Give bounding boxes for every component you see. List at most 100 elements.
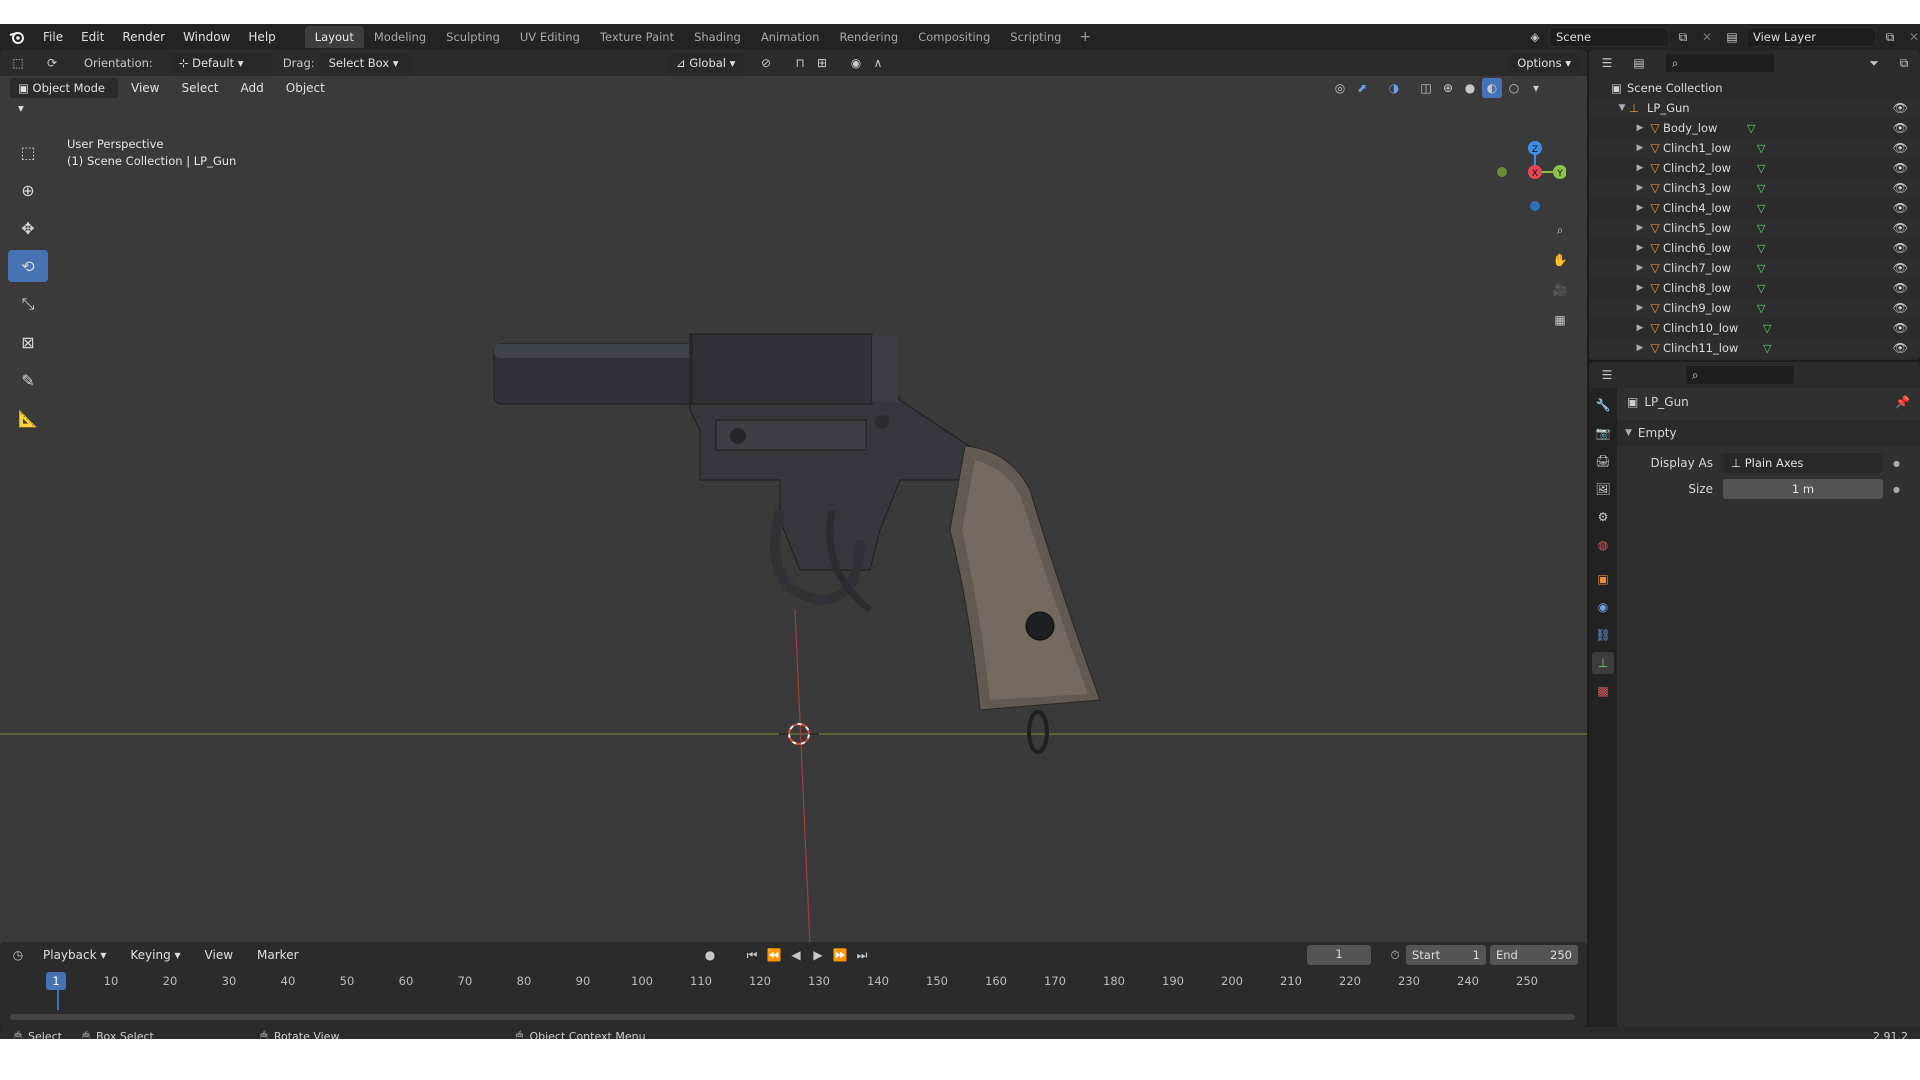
mesh-data-icon[interactable]: ▽ xyxy=(1757,282,1765,295)
tab-scripting[interactable]: Scripting xyxy=(1000,26,1071,48)
new-scene-icon[interactable]: ⧉ xyxy=(1673,27,1693,47)
texture-tab-icon[interactable]: ▩ xyxy=(1592,680,1614,702)
tab-uv-editing[interactable]: UV Editing xyxy=(510,26,590,48)
expand-icon[interactable]: ▶ xyxy=(1633,243,1647,253)
mesh-data-icon[interactable]: ▽ xyxy=(1757,182,1765,195)
ortho-grid-icon[interactable]: ▦ xyxy=(1550,310,1570,330)
transform-tool-icon[interactable]: ⊠ xyxy=(8,326,48,358)
gizmo-neg-y-axis[interactable] xyxy=(1497,167,1507,177)
expand-icon[interactable]: ▶ xyxy=(1633,163,1647,173)
expand-icon[interactable]: ▶ xyxy=(1633,143,1647,153)
size-field[interactable]: 1 m xyxy=(1723,479,1883,499)
menu-file[interactable]: File xyxy=(34,24,72,50)
tab-modeling[interactable]: Modeling xyxy=(364,26,436,48)
outliner-item[interactable]: ▶ ▽ Clinch6_low ▽ 👁 xyxy=(1589,238,1920,258)
outliner-item[interactable]: ▶ ▽ Clinch10_low ▽ 👁 xyxy=(1589,318,1920,338)
current-frame-field[interactable]: 1 xyxy=(1307,945,1371,965)
tool-tab-icon[interactable]: 🔧 xyxy=(1592,394,1614,416)
expand-icon[interactable]: ▶ xyxy=(1633,343,1647,353)
scene-tab-icon[interactable]: ⚙ xyxy=(1592,506,1614,528)
expand-icon[interactable]: ▶ xyxy=(1633,123,1647,133)
preview-range-icon[interactable]: ⏱ xyxy=(1385,945,1405,965)
world-tab-icon[interactable]: ◍ xyxy=(1592,534,1614,556)
mesh-data-icon[interactable]: ▽ xyxy=(1757,162,1765,175)
flare-gun-model[interactable] xyxy=(493,333,1101,754)
display-as-dropdown[interactable]: ⊥ Plain Axes xyxy=(1723,453,1883,473)
keyframe-dot-icon[interactable]: ● xyxy=(1893,459,1900,468)
jump-end-icon[interactable]: ⏭ xyxy=(852,945,872,965)
mesh-data-icon[interactable]: ▽ xyxy=(1757,302,1765,315)
view-layer-tab-icon[interactable]: 🖼 xyxy=(1592,478,1614,500)
keyframe-dot-icon[interactable]: ● xyxy=(1893,485,1900,494)
new-collection-icon[interactable]: ⧉ xyxy=(1894,53,1914,73)
measure-tool-icon[interactable]: 📐 xyxy=(8,402,48,434)
move-tool-icon[interactable]: ✥ xyxy=(8,212,48,244)
expand-icon[interactable]: ▶ xyxy=(1633,283,1647,293)
visibility-eye-icon[interactable]: 👁 xyxy=(1893,121,1908,135)
empty-panel-header[interactable]: ▼ Empty xyxy=(1617,420,1920,446)
jump-start-icon[interactable]: ⏮ xyxy=(742,945,762,965)
visibility-eye-icon[interactable]: 👁 xyxy=(1893,201,1908,215)
cursor-tool-icon[interactable]: ⊕ xyxy=(8,174,48,206)
zoom-icon[interactable]: ⌕ xyxy=(1550,220,1570,240)
tl-menu-marker[interactable]: Marker xyxy=(248,942,307,968)
3d-viewport[interactable]: ⬚ ⟳ Orientation: ⊹ Default ▾ Drag: Selec… xyxy=(0,50,1587,968)
scene-field[interactable]: Scene xyxy=(1549,27,1669,47)
filter-icon[interactable]: ⏷ xyxy=(1864,53,1884,73)
timeline-editor-type-icon[interactable]: ◷ xyxy=(8,945,28,965)
timeline-scrollbar[interactable] xyxy=(10,1014,1575,1020)
output-tab-icon[interactable]: 🖨 xyxy=(1592,450,1614,472)
end-frame-field[interactable]: End 250 xyxy=(1490,945,1578,965)
view-layer-field[interactable]: View Layer xyxy=(1746,27,1876,47)
outliner-item[interactable]: ▶ ▽ Clinch2_low ▽ 👁 xyxy=(1589,158,1920,178)
outliner-item[interactable]: ▶ ▽ Body_low ▽ 👁 xyxy=(1589,118,1920,138)
menu-render[interactable]: Render xyxy=(113,24,174,50)
visibility-eye-icon[interactable]: 👁 xyxy=(1893,101,1908,115)
display-mode-icon[interactable]: ▤ xyxy=(1629,53,1649,73)
constraints-tab-icon[interactable]: ⛓ xyxy=(1592,624,1614,646)
gizmo-neg-z-axis[interactable] xyxy=(1530,201,1540,211)
next-keyframe-icon[interactable]: ⏩ xyxy=(830,945,850,965)
start-frame-field[interactable]: Start 1 xyxy=(1406,945,1486,965)
scene-icon[interactable]: ◈ xyxy=(1525,27,1545,47)
scale-tool-icon[interactable]: ⤡ xyxy=(8,288,48,320)
play-reverse-icon[interactable]: ◀ xyxy=(786,945,806,965)
outliner-item[interactable]: ▶ ▽ Clinch5_low ▽ 👁 xyxy=(1589,218,1920,238)
delete-view-layer-icon[interactable]: ✕ xyxy=(1904,27,1920,47)
timeline-ruler[interactable]: 1 10 20 30 40 50 60 70 80 90 100 110 120… xyxy=(0,972,1587,1010)
expand-icon[interactable]: ▶ xyxy=(1633,303,1647,313)
expand-icon[interactable]: ▶ xyxy=(1633,223,1647,233)
render-tab-icon[interactable]: 📷 xyxy=(1592,422,1614,444)
rotate-tool-icon[interactable]: ⟲ xyxy=(8,250,48,282)
outliner-search-input[interactable]: ⌕ xyxy=(1665,53,1775,73)
mesh-data-icon[interactable]: ▽ xyxy=(1757,222,1765,235)
tab-animation[interactable]: Animation xyxy=(751,26,830,48)
tab-texture-paint[interactable]: Texture Paint xyxy=(590,26,684,48)
tab-shading[interactable]: Shading xyxy=(684,26,751,48)
collection-row[interactable]: ▼ ⊥ LP_Gun 👁 xyxy=(1589,98,1920,118)
expand-icon[interactable]: ▶ xyxy=(1633,263,1647,273)
tl-menu-keying[interactable]: Keying ▾ xyxy=(121,942,189,968)
visibility-eye-icon[interactable]: 👁 xyxy=(1893,141,1908,155)
visibility-eye-icon[interactable]: 👁 xyxy=(1893,221,1908,235)
playhead-line[interactable] xyxy=(57,990,59,1010)
menu-edit[interactable]: Edit xyxy=(72,24,113,50)
visibility-eye-icon[interactable]: 👁 xyxy=(1893,161,1908,175)
visibility-eye-icon[interactable]: 👁 xyxy=(1893,241,1908,255)
view-layer-icon[interactable]: ▤ xyxy=(1722,27,1742,47)
pan-hand-icon[interactable]: ✋ xyxy=(1550,250,1570,270)
blender-logo-icon[interactable] xyxy=(8,28,26,46)
outliner-item[interactable]: ▶ ▽ Clinch3_low ▽ 👁 xyxy=(1589,178,1920,198)
mesh-data-icon[interactable]: ▽ xyxy=(1747,122,1755,135)
object-tab-icon[interactable]: ▣ xyxy=(1592,568,1614,590)
new-view-layer-icon[interactable]: ⧉ xyxy=(1880,27,1900,47)
properties-search-input[interactable]: ⌕ xyxy=(1685,365,1795,385)
camera-view-icon[interactable]: 🎥 xyxy=(1550,280,1570,300)
mesh-data-icon[interactable]: ▽ xyxy=(1757,142,1765,155)
visibility-eye-icon[interactable]: 👁 xyxy=(1893,321,1908,335)
expand-icon[interactable]: ▶ xyxy=(1633,203,1647,213)
outliner-item[interactable]: ▶ ▽ Clinch9_low ▽ 👁 xyxy=(1589,298,1920,318)
scene-collection-row[interactable]: ▣ Scene Collection xyxy=(1589,78,1920,98)
mesh-data-icon[interactable]: ▽ xyxy=(1757,202,1765,215)
properties-editor-type-icon[interactable]: ☰ xyxy=(1597,365,1617,385)
